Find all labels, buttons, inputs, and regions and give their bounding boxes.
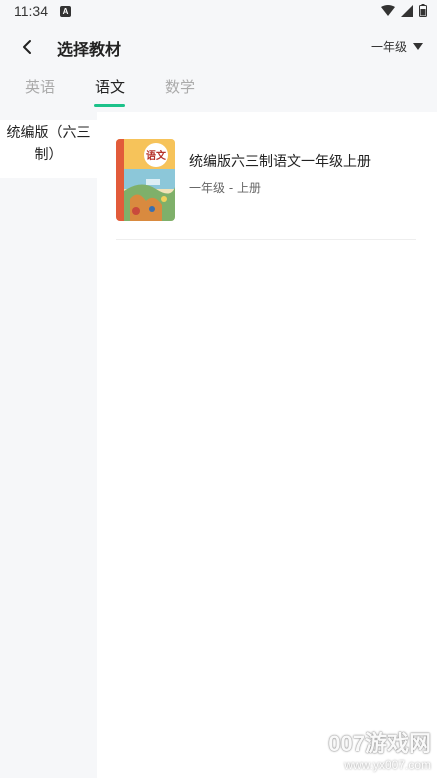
tab-english[interactable]: 英语	[25, 76, 55, 97]
signal-icon	[401, 4, 413, 17]
edition-sidebar: 统编版（六三制）	[0, 112, 97, 778]
status-time: 11:34	[14, 3, 48, 19]
active-tab-indicator	[94, 104, 125, 107]
book-list: 语文 统编版六三制语文一年级上册 一年级 - 上册	[97, 112, 437, 778]
chevron-left-icon	[23, 40, 31, 54]
book-title: 统编版六三制语文一年级上册	[189, 154, 371, 170]
battery-icon	[419, 4, 427, 17]
caret-down-icon	[413, 43, 423, 50]
status-icons	[381, 4, 427, 17]
subject-tabs: 英语 语文 数学	[0, 70, 437, 112]
watermark-logo: 007游戏网	[328, 731, 431, 756]
book-subtitle: 一年级 - 上册	[189, 181, 261, 195]
book-cover-title: 语文	[146, 149, 167, 162]
header: 选择教材 一年级	[0, 24, 437, 70]
sidebar-item-tongbian-63[interactable]: 统编版（六三制）	[0, 120, 97, 178]
tab-math[interactable]: 数学	[165, 76, 195, 97]
tab-chinese[interactable]: 语文	[95, 76, 125, 97]
book-cover-image: 语文	[116, 139, 175, 221]
notification-letter-icon: A	[60, 6, 71, 17]
watermark: 007游戏网 www.yx007.com	[328, 726, 431, 772]
watermark-url: www.yx007.com	[344, 758, 431, 772]
divider	[116, 239, 416, 240]
back-button[interactable]	[14, 34, 40, 60]
grade-select[interactable]: 一年级	[371, 38, 423, 55]
grade-select-value: 一年级	[370, 40, 407, 54]
page-title: 选择教材	[57, 40, 122, 59]
list-item-book[interactable]: 语文 统编版六三制语文一年级上册 一年级 - 上册	[116, 139, 416, 239]
wifi-icon	[381, 4, 395, 16]
status-bar: 11:34 A	[0, 0, 437, 24]
